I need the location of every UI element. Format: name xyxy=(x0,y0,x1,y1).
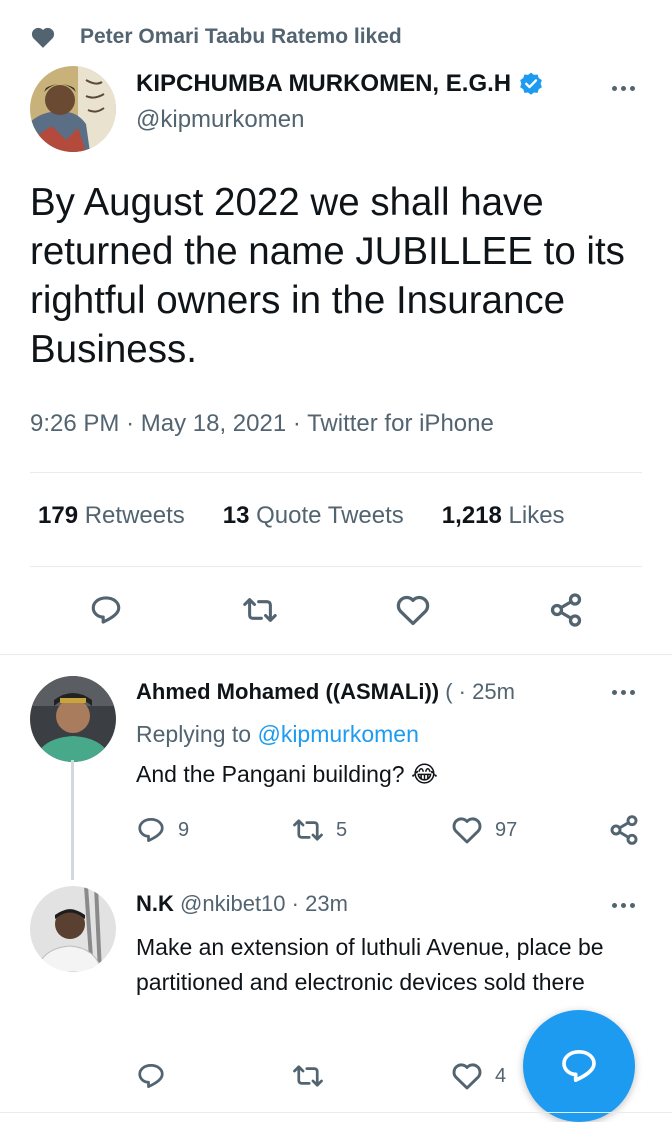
reply-author-name[interactable]: Ahmed Mohamed ((ASMALi)) xyxy=(136,679,439,704)
quote-tweets-stat[interactable]: 13 Quote Tweets xyxy=(223,502,404,530)
retweet-icon xyxy=(242,593,278,627)
tweet-text: By August 2022 we shall have returned th… xyxy=(30,181,625,371)
retweet-count: 5 xyxy=(336,818,348,841)
reply-button[interactable] xyxy=(86,590,126,630)
meta-separator: · xyxy=(458,679,466,704)
tweet-stats: 179 Retweets 13 Quote Tweets 1,218 Likes xyxy=(38,502,603,530)
divider xyxy=(0,654,672,655)
verified-badge-icon xyxy=(518,71,544,97)
reply-icon xyxy=(136,1061,166,1091)
reply-text: Make an extension of luthuli Avenue, pla… xyxy=(136,934,604,995)
retweet-button[interactable]: 5 xyxy=(292,815,347,845)
replying-to-label: Replying to xyxy=(136,721,252,747)
reply-button[interactable]: 9 xyxy=(136,815,189,845)
quotes-count: 13 xyxy=(222,502,250,529)
reply-header: Ahmed Mohamed ((ASMALi)) ( · 25m xyxy=(136,679,515,705)
likes-stat[interactable]: 1,218 Likes xyxy=(442,502,565,530)
author-display-name[interactable]: KIPCHUMBA MURKOMEN, E.G.H xyxy=(136,70,511,98)
reply-button[interactable] xyxy=(136,1061,166,1091)
more-icon[interactable] xyxy=(612,86,635,91)
reply-time[interactable]: 23m xyxy=(305,891,348,916)
tweet-date[interactable]: May 18, 2021 xyxy=(141,410,286,437)
retweets-stat[interactable]: 179 Retweets xyxy=(38,502,185,530)
reply-icon xyxy=(136,815,166,845)
share-icon xyxy=(608,814,640,846)
divider xyxy=(0,1112,672,1113)
reply-icon xyxy=(89,593,123,627)
social-context: Peter Omari Taabu Ratemo liked xyxy=(30,22,402,52)
reply-author-handle[interactable]: @nkibet10 xyxy=(180,891,286,916)
more-icon[interactable] xyxy=(612,690,635,695)
replying-to-handle[interactable]: @kipmurkomen xyxy=(257,721,418,747)
tweet-meta: 9:26 PM · May 18, 2021 · Twitter for iPh… xyxy=(30,410,494,438)
like-icon xyxy=(395,593,431,627)
retweets-label: Retweets xyxy=(84,502,185,529)
author-avatar[interactable] xyxy=(30,66,116,152)
like-icon xyxy=(451,1061,483,1091)
like-button[interactable] xyxy=(393,590,433,630)
like-button[interactable]: 4 xyxy=(451,1061,506,1091)
meta-separator: · xyxy=(291,891,299,916)
reply-author-handle[interactable]: ( xyxy=(445,679,452,704)
meta-separator: · xyxy=(126,410,141,437)
retweet-icon xyxy=(292,1061,324,1091)
reply-avatar[interactable] xyxy=(30,676,116,762)
divider xyxy=(30,472,642,473)
likes-label: Likes xyxy=(508,502,565,529)
reply-avatar[interactable] xyxy=(30,886,116,972)
compose-reply-button[interactable] xyxy=(523,1010,635,1122)
like-icon xyxy=(451,815,483,845)
more-icon[interactable] xyxy=(612,903,635,908)
retweet-button[interactable] xyxy=(240,590,280,630)
reply-time[interactable]: 25m xyxy=(472,679,515,704)
likes-count: 1,218 xyxy=(441,502,502,529)
reply-header: N.K @nkibet10 · 23m xyxy=(136,891,348,917)
share-button[interactable] xyxy=(546,590,586,630)
retweets-count: 179 xyxy=(38,502,79,529)
divider xyxy=(30,566,642,567)
thread-connector xyxy=(71,760,74,880)
retweet-button[interactable] xyxy=(292,1061,324,1091)
heart-icon xyxy=(30,25,56,49)
meta-separator: · xyxy=(292,410,308,437)
replying-to: Replying to @kipmurkomen xyxy=(136,717,419,752)
tweet-source[interactable]: Twitter for iPhone xyxy=(307,410,494,437)
retweet-icon xyxy=(292,815,324,845)
reply-count: 9 xyxy=(178,818,190,841)
reply-author-name[interactable]: N.K xyxy=(136,891,174,916)
share-icon xyxy=(548,592,584,628)
author-name[interactable]: KIPCHUMBA MURKOMEN, E.G.H xyxy=(136,70,544,98)
quotes-label: Quote Tweets xyxy=(256,502,404,529)
like-button[interactable]: 97 xyxy=(451,815,517,845)
compose-reply-icon xyxy=(559,1046,599,1086)
share-button[interactable] xyxy=(608,814,640,846)
tweet-time[interactable]: 9:26 PM xyxy=(30,410,119,437)
like-count: 97 xyxy=(495,818,518,841)
author-handle[interactable]: @kipmurkomen xyxy=(136,106,304,134)
reply-text: And the Pangani building? 😂 xyxy=(136,761,438,787)
social-context-label: Peter Omari Taabu Ratemo liked xyxy=(80,25,402,48)
like-count: 4 xyxy=(495,1064,507,1087)
